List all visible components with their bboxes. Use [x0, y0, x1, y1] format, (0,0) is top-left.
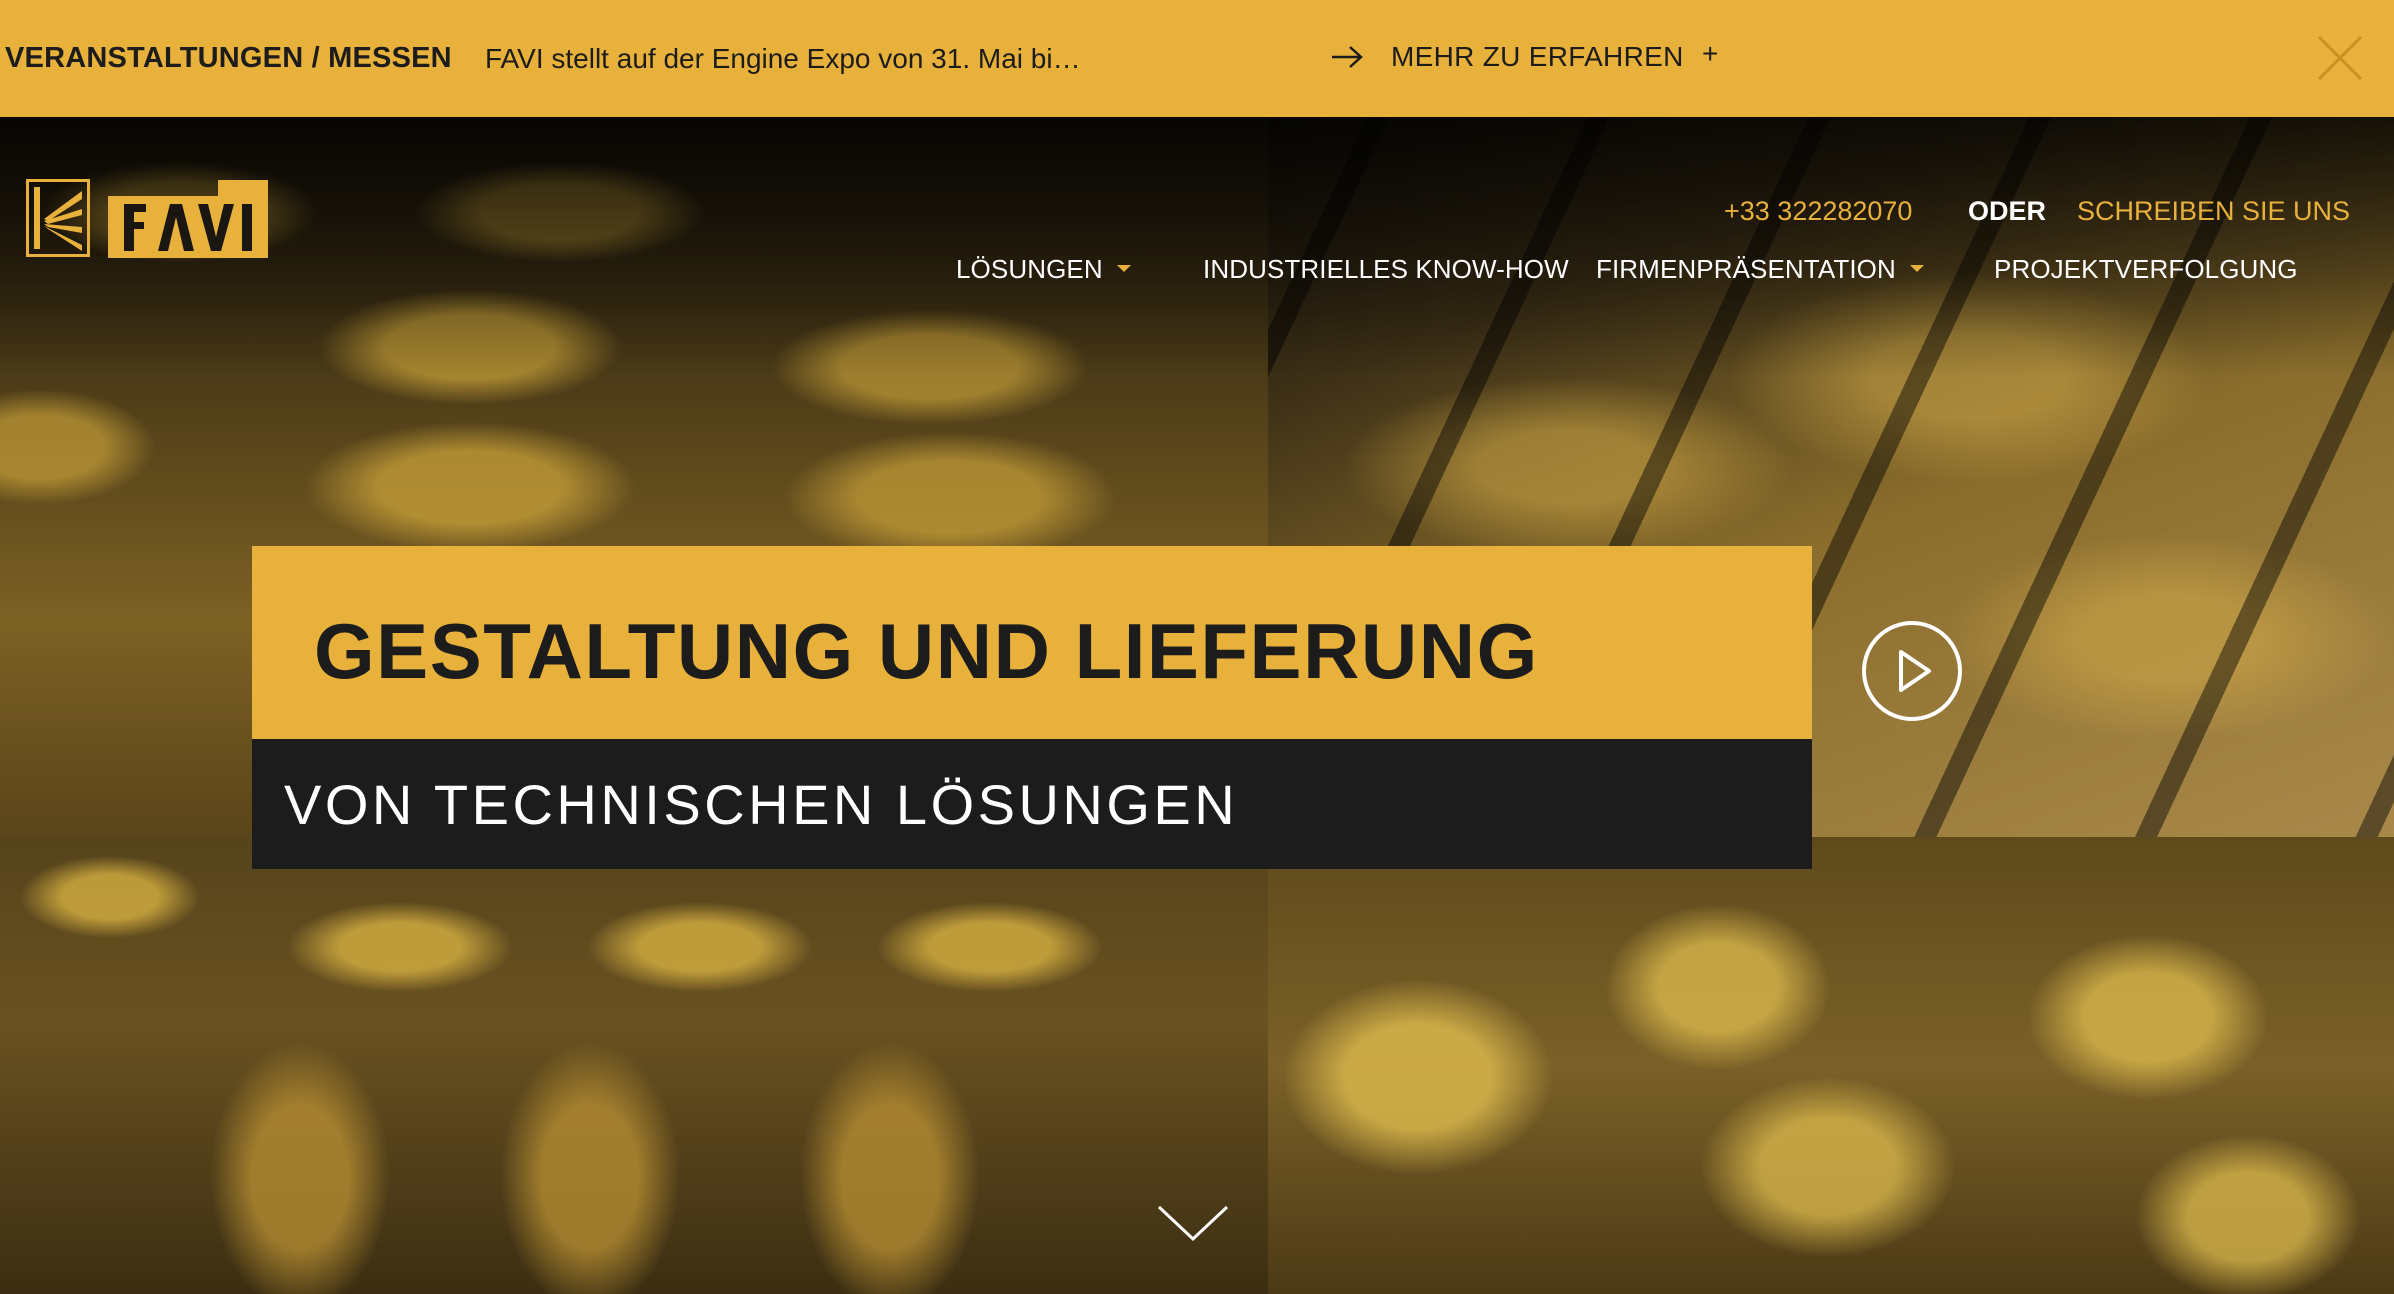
caret-down-icon: [1116, 264, 1131, 272]
hero-section: +33 322282070 ODER SCHREIBEN SIE UNS LÖS…: [0, 117, 2394, 1294]
phone-link[interactable]: +33 322282070: [1724, 196, 1912, 227]
arrow-right-icon: [1332, 46, 1363, 68]
announcement-bar: VERANSTALTUNGEN / MESSEN FAVI stellt auf…: [0, 0, 2394, 117]
plus-icon[interactable]: +: [1702, 38, 1718, 70]
nav-item-know-how[interactable]: INDUSTRIELLES KNOW-HOW: [1203, 254, 1569, 285]
nav-item-loesungen[interactable]: LÖSUNGEN: [956, 254, 1131, 285]
write-us-link[interactable]: SCHREIBEN SIE UNS: [2077, 196, 2350, 227]
announcement-category: VERANSTALTUNGEN / MESSEN: [5, 42, 452, 74]
header-shade: [0, 117, 2394, 377]
hero-image-parts: [1268, 837, 2394, 1294]
close-icon[interactable]: [2316, 34, 2364, 82]
hero-image-housings: [0, 837, 1268, 1294]
hero-subheadline-box: VON TECHNISCHEN LÖSUNGEN: [252, 739, 1812, 869]
nav-item-label: INDUSTRIELLES KNOW-HOW: [1203, 254, 1569, 284]
favi-logo[interactable]: [26, 179, 268, 263]
caret-down-icon: [1909, 264, 1924, 272]
hero-headline: GESTALTUNG UND LIEFERUNG: [314, 607, 1539, 695]
nav-item-label: PROJEKTVERFOLGUNG: [1994, 254, 2298, 284]
announcement-text[interactable]: FAVI stellt auf der Engine Expo von 31. …: [485, 43, 1081, 75]
nav-item-label: FIRMENPRÄSENTATION: [1596, 254, 1896, 284]
hero-subheadline: VON TECHNISCHEN LÖSUNGEN: [284, 773, 1239, 836]
chevron-down-icon[interactable]: [1155, 1201, 1231, 1245]
nav-item-firmenpraesentation[interactable]: FIRMENPRÄSENTATION: [1596, 254, 1924, 285]
contact-or-label: ODER: [1968, 196, 2047, 226]
more-link[interactable]: MEHR ZU ERFAHREN: [1391, 41, 1684, 73]
nav-item-label: LÖSUNGEN: [956, 254, 1103, 284]
play-icon[interactable]: [1861, 620, 1963, 722]
nav-item-projektverfolgung[interactable]: PROJEKTVERFOLGUNG: [1994, 254, 2298, 285]
hero-headline-box: GESTALTUNG UND LIEFERUNG: [252, 546, 1812, 739]
